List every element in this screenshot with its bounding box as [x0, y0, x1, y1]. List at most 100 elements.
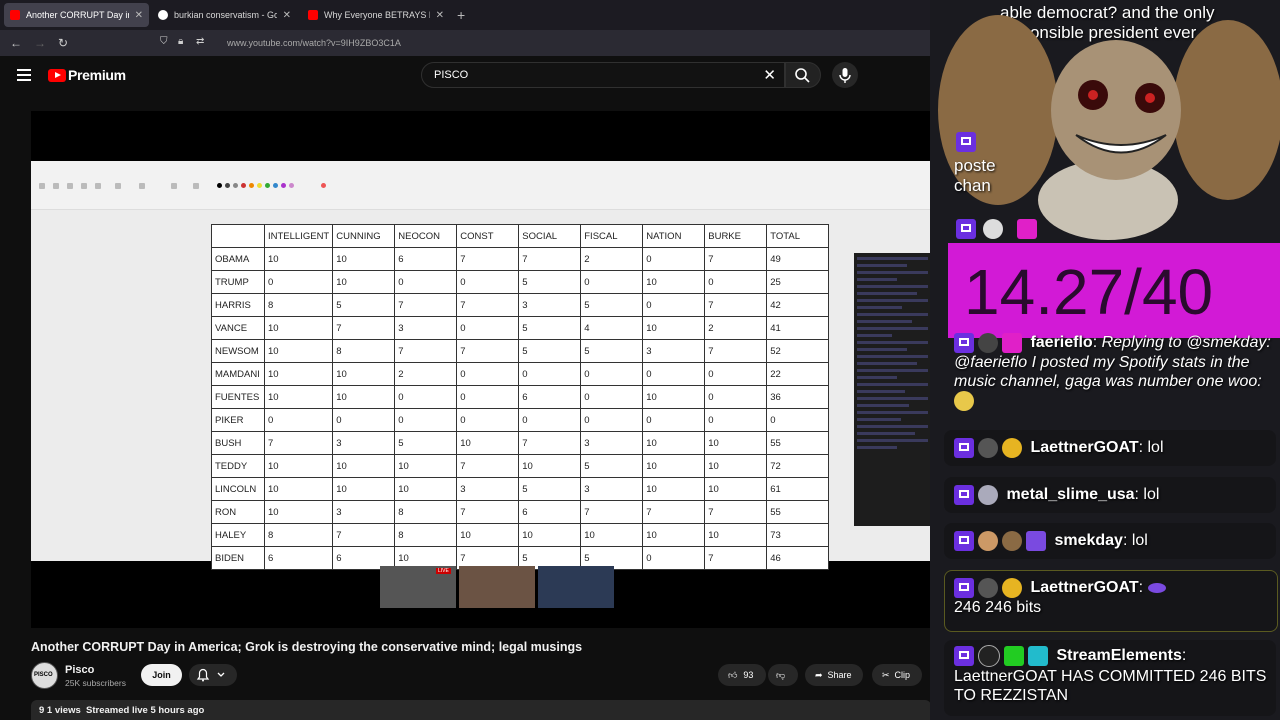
chat-text: lol	[1131, 532, 1148, 550]
moth-mascot-image	[938, 15, 1280, 240]
search-button[interactable]	[785, 62, 821, 88]
browser-tab-2[interactable]: burkian conservatism - Google ✕	[152, 3, 297, 27]
emote-icon	[954, 391, 974, 411]
table-row: NEWSOM 10 8 7 7 5 5 3 7 52	[211, 339, 830, 363]
tab-title: burkian conservatism - Google	[174, 10, 277, 20]
score-cell: 7	[704, 339, 768, 363]
score-cell: 0	[263, 270, 334, 294]
video-player[interactable]: INTELLIGENT CUNNING NEOCON CONST SOCIAL FISCA…	[31, 111, 931, 628]
chat-message: faerieflo: Replying to @smekday: @faerie…	[954, 333, 1274, 411]
url-text[interactable]: www.youtube.com/watch?v=9IH9ZBO3C1A	[227, 38, 401, 48]
description-box[interactable]: 9 1 views Streamed live 5 hours ago	[31, 700, 931, 720]
table-row: RON 10 3 8 7 6 7 7 7 55	[211, 500, 830, 524]
back-arrow-icon[interactable]: ←	[10, 36, 22, 50]
chat-username: smekday	[1054, 532, 1123, 550]
score-cell: 7	[704, 500, 768, 524]
table-row: HARRIS 8 5 7 7 3 5 0 7 42	[211, 293, 830, 317]
new-tab-icon[interactable]: +	[457, 7, 465, 23]
score-cell: 72	[766, 454, 830, 478]
close-tab-icon[interactable]: ✕	[283, 10, 291, 21]
channel-name[interactable]: Pisco	[65, 664, 94, 676]
score-cell: 61	[766, 477, 830, 501]
score-cell: 7	[456, 339, 520, 363]
like-button[interactable]: 👍︎ 93	[718, 664, 766, 686]
score-cell: 10	[332, 477, 396, 501]
score-cell: 7	[704, 546, 768, 570]
slime-badge-icon	[978, 485, 998, 505]
score-cell: 10	[642, 523, 706, 547]
score-cell: 3	[332, 431, 396, 455]
score-cell: 0	[263, 408, 334, 432]
score-cell: 8	[332, 339, 396, 363]
score-cell: 55	[766, 431, 830, 455]
column-header: TOTAL	[766, 224, 830, 248]
webcam-thumbnail	[538, 566, 614, 608]
score-cell: 0	[704, 385, 768, 409]
score-cell: 3	[642, 339, 706, 363]
close-tab-icon[interactable]: ✕	[135, 10, 143, 21]
notifications-button[interactable]	[189, 664, 237, 686]
voice-search-button[interactable]	[832, 62, 858, 88]
score-cell: 10	[332, 247, 396, 271]
forward-arrow-icon[interactable]: →	[34, 36, 46, 50]
brand-label: Premium	[68, 67, 126, 83]
chat-message: StreamElements: LaettnerGOAT HAS COMMITT…	[954, 645, 1272, 705]
browser-tab-3[interactable]: Why Everyone BETRAYS Destiny ✕	[302, 3, 450, 27]
twitch-icon	[954, 438, 974, 458]
user-badge-icon	[978, 333, 998, 353]
score-cell: 10	[263, 316, 334, 340]
score-cell: 0	[580, 408, 644, 432]
score-cell: 25	[766, 270, 830, 294]
permissions-icon[interactable]: ⇄	[196, 36, 204, 47]
score-cell: 10	[263, 247, 334, 271]
bits-goal-progress: 14.27/40	[948, 243, 1280, 338]
bits-goal-text: 14.27/40	[964, 256, 1214, 328]
clip-button[interactable]: ✂ Clip	[872, 664, 922, 686]
score-cell: 10	[456, 431, 520, 455]
menu-icon[interactable]	[17, 69, 31, 81]
whiteboard-frame: INTELLIGENT CUNNING NEOCON CONST SOCIAL FISCA…	[31, 161, 931, 570]
table-row: OBAMA 10 10 6 7 7 2 0 7 49	[211, 247, 830, 271]
candidate-name: MAMDANI	[211, 362, 265, 386]
score-cell: 49	[766, 247, 830, 271]
score-cell: 0	[394, 270, 458, 294]
score-cell: 0	[580, 385, 644, 409]
score-cell: 10	[704, 454, 768, 478]
score-cell: 7	[518, 431, 582, 455]
search-input[interactable]: PISCO ✕	[421, 62, 785, 88]
user-badge-icon	[978, 645, 1000, 667]
bits-badge-icon	[1002, 578, 1022, 598]
score-cell: 10	[642, 477, 706, 501]
score-cell: 10	[518, 454, 582, 478]
score-cell: 0	[704, 270, 768, 294]
share-button[interactable]: ➦ Share	[805, 664, 863, 686]
score-cell: 0	[704, 408, 768, 432]
candidate-name: VANCE	[211, 316, 265, 340]
youtube-logo-icon[interactable]	[48, 69, 66, 82]
column-header: INTELLIGENT	[263, 224, 334, 248]
score-cell: 10	[642, 270, 706, 294]
reload-icon[interactable]: ↻	[58, 36, 68, 50]
score-cell: 10	[332, 385, 396, 409]
join-button[interactable]: Join	[141, 664, 182, 686]
score-cell: 10	[642, 431, 706, 455]
chat-text: LaettnerGOAT HAS COMMITTED 246 BITS TO R…	[954, 668, 1267, 704]
clear-search-icon[interactable]: ✕	[763, 66, 776, 84]
score-cell: 10	[642, 385, 706, 409]
chat-text: 246 246 bits	[954, 599, 1042, 616]
score-cell: 10	[263, 454, 334, 478]
table-row: PIKER 0 0 0 0 0 0 0 0 0	[211, 408, 830, 432]
browser-tab-1[interactable]: Another CORRUPT Day in Ameri ✕	[4, 3, 149, 27]
score-cell: 0	[642, 408, 706, 432]
channel-avatar[interactable]: PISCO	[31, 662, 58, 689]
lock-icon[interactable]: 🔒︎	[178, 36, 183, 47]
score-cell: 5	[580, 454, 644, 478]
score-cell: 3	[394, 316, 458, 340]
chat-text: lol	[1147, 439, 1164, 457]
chat-message: LaettnerGOAT: 246 246 bits	[954, 578, 1170, 617]
shield-icon[interactable]: ⛉	[160, 36, 168, 47]
gem-badge-icon	[1017, 219, 1037, 239]
close-tab-icon[interactable]: ✕	[436, 10, 444, 21]
dislike-button[interactable]: 👎︎	[768, 664, 798, 686]
score-cell: 0	[580, 270, 644, 294]
